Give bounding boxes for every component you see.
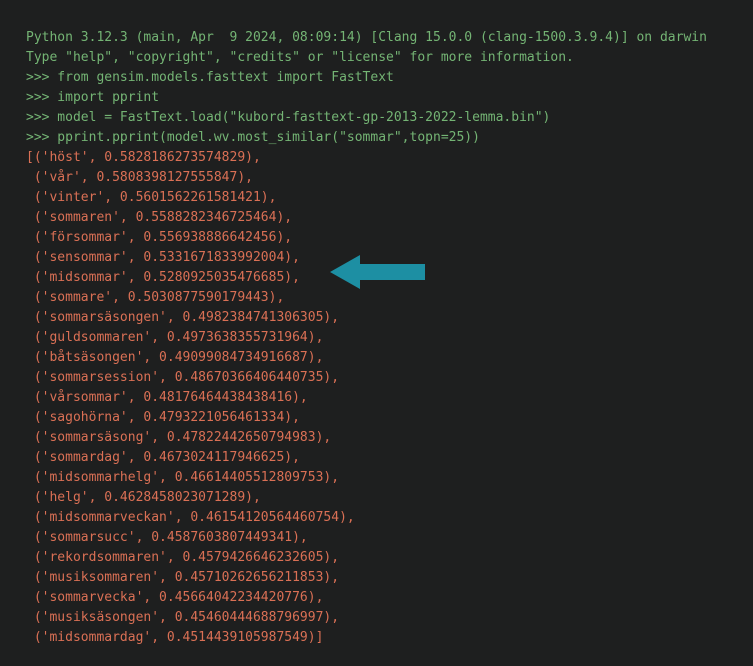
result-item: ('musiksommaren', 0.45710262656211853),	[26, 568, 727, 588]
result-item: ('sommarsäsongen', 0.4982384741306305),	[26, 308, 727, 328]
result-item: ('båtsäsongen', 0.49099084734916687),	[26, 348, 727, 368]
result-item: ('musiksäsongen', 0.45460444688796997),	[26, 608, 727, 628]
output-results: [('höst', 0.5828186273574829), ('vår', 0…	[26, 148, 727, 648]
result-item: [('höst', 0.5828186273574829),	[26, 148, 727, 168]
result-item: ('sommaren', 0.5588282346725464),	[26, 208, 727, 228]
result-item: ('midsommardag', 0.4514439105987549)]	[26, 628, 727, 648]
result-item: ('vår', 0.5808398127555847),	[26, 168, 727, 188]
result-item: ('sagohörna', 0.4793221056461334),	[26, 408, 727, 428]
repl-command-import-pprint: >>> import pprint	[26, 88, 727, 108]
result-item: ('rekordsommaren', 0.4579426646232605),	[26, 548, 727, 568]
python-help-line: Type "help", "copyright", "credits" or "…	[26, 48, 727, 68]
repl-command-call: >>> pprint.pprint(model.wv.most_similar(…	[26, 128, 727, 148]
repl-command-import-fasttext: >>> from gensim.models.fasttext import F…	[26, 68, 727, 88]
result-item: ('försommar', 0.556938886642456),	[26, 228, 727, 248]
result-item: ('sommarsäsong', 0.47822442650794983),	[26, 428, 727, 448]
repl-command-load-model: >>> model = FastText.load("kubord-fastte…	[26, 108, 727, 128]
result-item: ('sommarsession', 0.48670366406440735),	[26, 368, 727, 388]
result-item: ('sommardag', 0.4673024117946625),	[26, 448, 727, 468]
result-item: ('guldsommaren', 0.4973638355731964),	[26, 328, 727, 348]
arrow-annotation-icon	[330, 252, 430, 299]
result-item: ('vinter', 0.5601562261581421),	[26, 188, 727, 208]
result-item: ('vårsommar', 0.48176464438438416),	[26, 388, 727, 408]
result-item: ('midsommarhelg', 0.46614405512809753),	[26, 468, 727, 488]
result-item: ('sommarsucc', 0.4587603807449341),	[26, 528, 727, 548]
result-item: ('midsommarveckan', 0.46154120564460754)…	[26, 508, 727, 528]
result-item: ('sommarvecka', 0.45664042234420776),	[26, 588, 727, 608]
result-item: ('helg', 0.4628458023071289),	[26, 488, 727, 508]
python-version-line: Python 3.12.3 (main, Apr 9 2024, 08:09:1…	[26, 28, 727, 48]
